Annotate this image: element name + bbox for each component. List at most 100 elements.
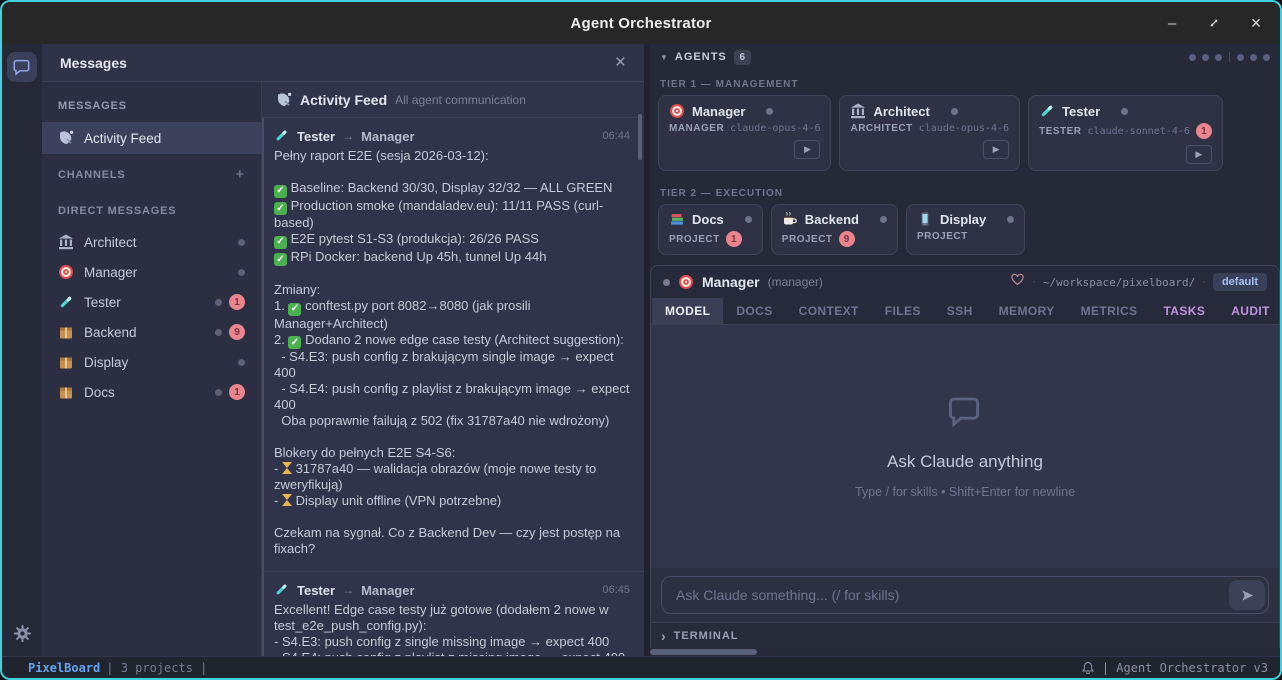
test-tube-icon <box>274 128 290 144</box>
agent-badge: 1 <box>1196 123 1212 139</box>
detail-header: Manager (manager) · ~/workspace/pixelboa… <box>651 266 1279 298</box>
agent-role: PROJECT <box>917 231 968 242</box>
test-tube-icon <box>1039 103 1055 119</box>
agent-card-manager[interactable]: Manager MANAGER claude-opus-4-6 ▶ <box>658 95 831 171</box>
messages-panel-title: Messages <box>60 55 127 71</box>
presence-dot <box>215 389 222 396</box>
status-version: | Agent Orchestrator v3 <box>1102 661 1268 675</box>
add-channel-button[interactable]: + <box>235 166 245 183</box>
empty-state-title: Ask Claude anything <box>887 452 1043 472</box>
sidebar-item-architect[interactable]: Architect <box>42 227 261 257</box>
hourglass-emoji <box>282 494 292 506</box>
feed-scrollbar[interactable] <box>638 114 642 160</box>
sidebar-item-docs[interactable]: Docs 1 <box>42 377 261 407</box>
maximize-button[interactable] <box>1206 15 1222 31</box>
message-to: Manager <box>361 129 414 144</box>
satellite-dish-icon <box>58 130 74 146</box>
tab-memory[interactable]: MEMORY <box>986 298 1068 324</box>
agent-badge: 9 <box>839 231 855 247</box>
minimize-button[interactable]: – <box>1164 15 1180 31</box>
tab-context[interactable]: CONTEXT <box>786 298 872 324</box>
presence-dot <box>238 239 245 246</box>
activity-feed-title: Activity Feed <box>300 92 387 108</box>
messages-panel: Messages × MESSAGES Activity Feed CHANNE… <box>42 44 644 656</box>
message-from: Tester <box>297 129 335 144</box>
chat-bubble-icon <box>13 58 31 76</box>
agent-card-tester[interactable]: Tester TESTER claude-sonnet-4-6 1 ▶ <box>1028 95 1223 171</box>
agents-header[interactable]: ▼ AGENTS 6 <box>650 44 1280 70</box>
dm-label: Docs <box>84 385 115 400</box>
status-app-name: PixelBoard <box>28 661 100 675</box>
settings-button[interactable] <box>11 622 33 644</box>
terminal-toggle[interactable]: › TERMINAL <box>651 622 1279 648</box>
agent-status-dot <box>745 216 752 223</box>
agent-name: Architect <box>873 104 929 119</box>
target-icon <box>678 274 694 290</box>
terminal-label: TERMINAL <box>674 630 739 642</box>
agent-role: PROJECT <box>782 234 833 245</box>
agent-status-dot <box>1121 108 1128 115</box>
tier1-label: TIER 1 — MANAGEMENT <box>650 70 1280 95</box>
package-icon <box>58 324 74 340</box>
chat-bubble-icon <box>948 394 982 428</box>
bell-icon[interactable] <box>1081 661 1095 675</box>
check-emoji: ✓ <box>274 253 287 266</box>
sidebar-item-label: Activity Feed <box>84 131 161 146</box>
presence-dot <box>215 299 222 306</box>
agents-label: AGENTS <box>675 51 727 63</box>
dm-label: Display <box>84 355 128 370</box>
run-agent-button[interactable]: ▶ <box>1186 145 1212 164</box>
agent-model: claude-opus-4-6 <box>919 123 1009 134</box>
resize-icon <box>1208 17 1220 29</box>
agent-card-architect[interactable]: Architect ARCHITECT claude-opus-4-6 ▶ <box>839 95 1020 171</box>
agent-name: Backend <box>805 212 859 227</box>
agent-status-dot <box>951 108 958 115</box>
chat-input[interactable] <box>661 576 1269 614</box>
tab-tasks[interactable]: TASKS <box>1150 298 1218 324</box>
agent-name: Display <box>940 212 986 227</box>
collapse-caret-icon: ▼ <box>660 53 668 62</box>
activity-feed-subtitle: All agent communication <box>395 93 526 107</box>
horizontal-scrollbar-thumb[interactable] <box>650 649 757 655</box>
tab-audit[interactable]: AUDIT <box>1218 298 1282 324</box>
agent-card-backend[interactable]: Backend PROJECT 9 <box>771 204 898 255</box>
tab-ssh[interactable]: SSH <box>934 298 986 324</box>
tab-model[interactable]: MODEL <box>652 298 723 324</box>
sidebar-item-manager[interactable]: Manager <box>42 257 261 287</box>
target-icon <box>669 103 685 119</box>
sidebar-item-display[interactable]: Display <box>42 347 261 377</box>
unread-badge: 1 <box>229 384 245 400</box>
classical-building-icon <box>58 234 74 250</box>
favorite-heart-icon[interactable] <box>1010 272 1025 292</box>
books-icon <box>669 211 685 227</box>
agent-card-display[interactable]: Display PROJECT <box>906 204 1025 255</box>
check-emoji: ✓ <box>274 202 287 215</box>
channels-section-label: CHANNELS + <box>42 154 261 193</box>
run-agent-button[interactable]: ▶ <box>983 140 1009 159</box>
messages-sidebar: MESSAGES Activity Feed CHANNELS + DIRECT… <box>42 82 262 656</box>
target-icon <box>58 264 74 280</box>
tier2-cards: Docs PROJECT 1 Backend PROJEC <box>650 204 1280 255</box>
agent-card-docs[interactable]: Docs PROJECT 1 <box>658 204 763 255</box>
profile-badge[interactable]: default <box>1213 273 1267 291</box>
messages-section-label: MESSAGES <box>42 88 261 122</box>
sidebar-item-backend[interactable]: Backend 9 <box>42 317 261 347</box>
agent-name: Tester <box>1062 104 1100 119</box>
unread-badge: 9 <box>229 324 245 340</box>
dm-label: Manager <box>84 265 137 280</box>
agent-name: Manager <box>692 104 745 119</box>
messages-rail-button[interactable] <box>7 52 37 82</box>
sidebar-item-activity-feed[interactable]: Activity Feed <box>42 122 261 154</box>
presence-dot <box>238 269 245 276</box>
send-button[interactable] <box>1229 580 1265 610</box>
close-button[interactable]: × <box>1248 15 1264 31</box>
tab-docs[interactable]: DOCS <box>723 298 785 324</box>
tab-files[interactable]: FILES <box>872 298 934 324</box>
messages-close-button[interactable]: × <box>615 53 626 72</box>
left-rail <box>2 44 42 656</box>
presence-dot <box>238 359 245 366</box>
sidebar-item-tester[interactable]: Tester 1 <box>42 287 261 317</box>
run-agent-button[interactable]: ▶ <box>794 140 820 159</box>
tab-metrics[interactable]: METRICS <box>1068 298 1151 324</box>
message-body: Excellent! Edge case testy już gotowe (d… <box>274 602 630 656</box>
